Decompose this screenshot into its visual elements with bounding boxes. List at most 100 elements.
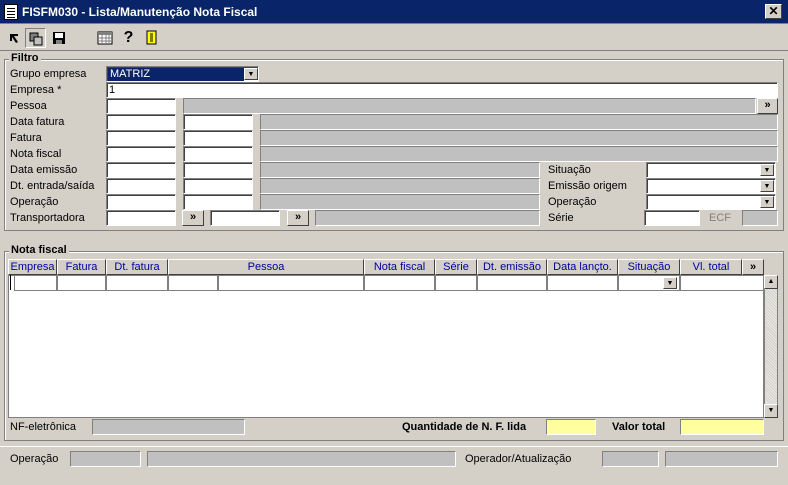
pessoa-input[interactable] bbox=[106, 98, 176, 114]
data-fatura-label: Data fatura bbox=[10, 116, 65, 128]
transportadora-from-input[interactable] bbox=[106, 210, 176, 226]
atualizacao-field bbox=[665, 451, 778, 467]
nota-fiscal-from-input[interactable] bbox=[106, 146, 176, 162]
pessoa-name-field bbox=[183, 98, 756, 114]
row-cursor bbox=[10, 275, 11, 290]
transportadora-to-input[interactable] bbox=[210, 210, 280, 226]
emissao-origem-select[interactable]: ▼ bbox=[646, 178, 776, 194]
nota-fiscal-label: Nota fiscal bbox=[10, 148, 62, 160]
cell-pessoa-code[interactable] bbox=[168, 275, 218, 291]
col-nota-fiscal[interactable]: Nota fiscal bbox=[364, 259, 435, 275]
nota-fiscal-to-input[interactable] bbox=[183, 146, 253, 162]
empresa-label: Empresa * bbox=[10, 84, 62, 96]
grupo-empresa-select[interactable]: MATRIZ ▼ bbox=[106, 66, 259, 82]
status-operacao-code bbox=[70, 451, 141, 467]
cell-pessoa-name[interactable] bbox=[218, 275, 364, 291]
col-vl-total[interactable]: Vl. total bbox=[680, 259, 742, 275]
emissao-origem-label: Emissão origem bbox=[548, 180, 627, 192]
pessoa-more-button[interactable]: » bbox=[757, 98, 778, 114]
operacao-field bbox=[260, 194, 540, 210]
data-fatura-to-input[interactable] bbox=[183, 114, 253, 130]
operacao2-label: Operação bbox=[548, 196, 597, 208]
chevron-down-icon[interactable]: ▼ bbox=[663, 277, 677, 289]
close-button[interactable]: ✕ bbox=[765, 4, 782, 19]
exit-icon[interactable] bbox=[141, 28, 162, 48]
fatura-label: Fatura bbox=[10, 132, 42, 144]
scroll-up-icon[interactable]: ▲ bbox=[764, 275, 778, 289]
window-title: FISFM030 - Lista/Manutenção Nota Fiscal bbox=[22, 5, 258, 19]
pessoa-label: Pessoa bbox=[10, 100, 47, 112]
cell-situacao[interactable]: ▼ bbox=[618, 275, 680, 291]
col-dt-emissao[interactable]: Dt. emissão bbox=[477, 259, 547, 275]
operador-label: Operador/Atualização bbox=[465, 453, 572, 465]
help-icon[interactable]: ? bbox=[118, 28, 139, 48]
data-fatura-field bbox=[260, 114, 778, 130]
ecf-field bbox=[742, 210, 778, 226]
scroll-down-icon[interactable]: ▼ bbox=[764, 404, 778, 418]
cell-dt-fatura[interactable] bbox=[106, 275, 168, 291]
transportadora-field bbox=[315, 210, 540, 226]
calendar-icon[interactable] bbox=[94, 28, 115, 48]
cell-serie[interactable] bbox=[435, 275, 477, 291]
chevron-down-icon[interactable]: ▼ bbox=[760, 196, 774, 208]
grupo-empresa-value: MATRIZ bbox=[108, 68, 244, 81]
data-emissao-from-input[interactable] bbox=[106, 162, 176, 178]
col-dt-fatura[interactable]: Dt. fatura bbox=[106, 259, 168, 275]
col-fatura[interactable]: Fatura bbox=[57, 259, 106, 275]
situacao-select[interactable]: ▼ bbox=[646, 162, 776, 178]
nota-fiscal-grid[interactable] bbox=[8, 275, 764, 418]
grupo-empresa-label: Grupo empresa bbox=[10, 68, 87, 80]
nota-fiscal-legend: Nota fiscal bbox=[9, 244, 69, 256]
cell-empresa[interactable] bbox=[14, 275, 57, 291]
col-serie[interactable]: Série bbox=[435, 259, 477, 275]
arrow-icon[interactable] bbox=[3, 28, 24, 48]
empresa-input[interactable]: 1 bbox=[106, 82, 778, 98]
status-divider bbox=[0, 446, 788, 447]
valor-total-label: Valor total bbox=[612, 421, 666, 433]
col-pessoa[interactable]: Pessoa bbox=[168, 259, 364, 275]
situacao-label: Situação bbox=[548, 164, 591, 176]
nf-eletronica-label: NF-eletrônica bbox=[10, 421, 77, 433]
col-data-lancto[interactable]: Data lançto. bbox=[547, 259, 618, 275]
cell-nota-fiscal[interactable] bbox=[364, 275, 435, 291]
chevron-down-icon[interactable]: ▼ bbox=[760, 164, 774, 176]
grid-scrollbar[interactable] bbox=[764, 275, 778, 418]
operacao-to-input[interactable] bbox=[183, 194, 253, 210]
fatura-from-input[interactable] bbox=[106, 130, 176, 146]
cell-vl-total[interactable] bbox=[680, 275, 764, 291]
col-empresa[interactable]: Empresa bbox=[8, 259, 57, 275]
copy-icon[interactable] bbox=[25, 28, 46, 48]
operacao2-select[interactable]: ▼ bbox=[646, 194, 776, 210]
cell-fatura[interactable] bbox=[57, 275, 106, 291]
save-icon[interactable] bbox=[48, 28, 69, 48]
transportadora-from-more-button[interactable]: » bbox=[182, 210, 204, 226]
serie-input[interactable] bbox=[644, 210, 700, 226]
columns-more-button[interactable]: » bbox=[742, 259, 764, 275]
operacao-from-input[interactable] bbox=[106, 194, 176, 210]
operador-field bbox=[602, 451, 659, 467]
nf-eletronica-field bbox=[92, 419, 245, 435]
serie-label: Série bbox=[548, 212, 574, 224]
dt-entrada-to-input[interactable] bbox=[183, 178, 253, 194]
data-emissao-label: Data emissão bbox=[10, 164, 78, 176]
fatura-to-input[interactable] bbox=[183, 130, 253, 146]
valor-total-field bbox=[680, 419, 764, 435]
quantidade-label: Quantidade de N. F. lida bbox=[402, 421, 527, 433]
transportadora-to-more-button[interactable]: » bbox=[287, 210, 309, 226]
data-emissao-field bbox=[260, 162, 540, 178]
chevron-down-icon[interactable]: ▼ bbox=[244, 68, 258, 80]
ecf-label: ECF bbox=[709, 212, 731, 224]
data-fatura-from-input[interactable] bbox=[106, 114, 176, 130]
col-situacao[interactable]: Situação bbox=[618, 259, 680, 275]
cell-dt-emissao[interactable] bbox=[477, 275, 547, 291]
chevron-down-icon[interactable]: ▼ bbox=[760, 180, 774, 192]
dt-entrada-field bbox=[260, 178, 540, 194]
cell-data-lancto[interactable] bbox=[547, 275, 618, 291]
quantidade-field bbox=[546, 419, 596, 435]
dt-entrada-from-input[interactable] bbox=[106, 178, 176, 194]
dt-entrada-saida-label: Dt. entrada/saída bbox=[10, 180, 95, 192]
title-bar: FISFM030 - Lista/Manutenção Nota Fiscal … bbox=[0, 0, 788, 24]
filtro-legend: Filtro bbox=[9, 52, 41, 64]
data-emissao-to-input[interactable] bbox=[183, 162, 253, 178]
fatura-field bbox=[260, 130, 778, 146]
